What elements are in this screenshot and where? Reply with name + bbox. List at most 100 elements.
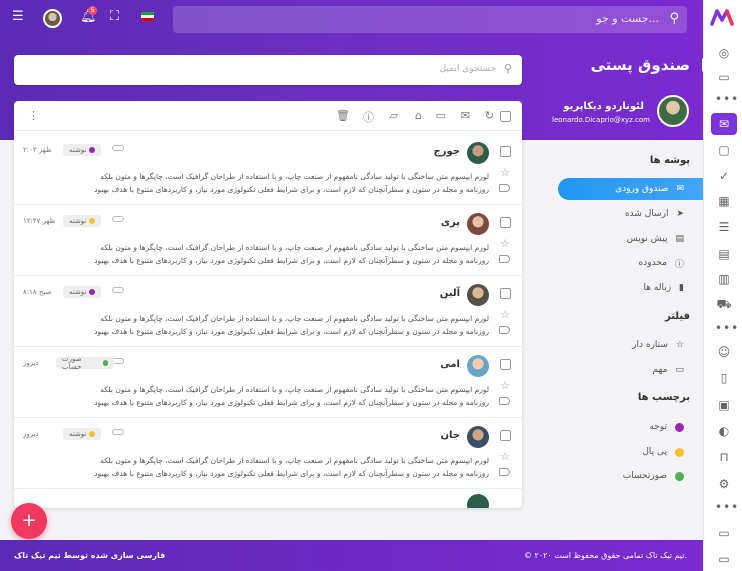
image-icon[interactable]: ▣: [711, 394, 737, 416]
row-checkbox[interactable]: [500, 430, 511, 441]
row-checkbox[interactable]: [500, 217, 511, 228]
star-icon: ☆: [675, 340, 684, 350]
label-icon[interactable]: [499, 184, 510, 192]
user-icon[interactable]: ☺: [711, 341, 737, 363]
trash-icon: ▮: [679, 283, 684, 293]
search-icon[interactable]: ⚲: [504, 62, 512, 75]
email-row[interactable]: ☆ امی لورم ایپسوم متن ساختگی با تولید سا…: [14, 347, 522, 418]
email-search-input[interactable]: جستجوی ایمیل ⚲: [14, 55, 522, 85]
comment-icon[interactable]: ▢: [711, 139, 737, 161]
star-icon[interactable]: ☆: [500, 450, 510, 463]
search-icon[interactable]: ⚲: [669, 11, 679, 26]
sidebar-item-label: مهم: [652, 365, 668, 375]
folders-title: پوشه ها: [649, 155, 690, 166]
email-time: ۲:۰۳ ظهر: [23, 146, 52, 154]
row-checkbox[interactable]: [500, 146, 511, 157]
email-row[interactable]: ☆ جان لورم ایپسوم متن ساختگی با تولید سا…: [14, 418, 522, 489]
notification-badge: 5: [88, 6, 97, 15]
refresh-icon[interactable]: ↻: [485, 109, 494, 122]
sidebar-item-trash[interactable]: ▮ زباله ها: [550, 277, 690, 299]
email-time: ۱۲:۴۷ ظهر: [23, 217, 56, 225]
email-list-panel: ↻ ✉ ▭ ⌂ ▱ ⓘ 🗑︎ ⋮ ☆ جورج لورم ایپسوم متن …: [14, 101, 522, 508]
row-checkbox[interactable]: [500, 359, 511, 370]
table-icon[interactable]: ▤: [711, 243, 737, 265]
email-label-badge: نوشته: [63, 428, 102, 440]
app-logo-icon[interactable]: [710, 8, 736, 26]
label-icon[interactable]: ▭: [436, 109, 446, 122]
label-dot: [89, 431, 96, 437]
sidebar-item-label: ستاره دار: [632, 340, 668, 350]
select-all-checkbox[interactable]: [500, 111, 511, 122]
attachment-icon: [112, 145, 124, 151]
label-icon[interactable]: [499, 255, 510, 263]
folder-icon[interactable]: ▱: [390, 109, 398, 122]
user-email: leonardo.Dicaprio@xyz.com: [552, 116, 650, 124]
avatar[interactable]: [43, 9, 62, 28]
email-row[interactable]: ☆ پری لورم ایپسوم متن ساختگی با تولید سا…: [14, 205, 522, 276]
sidebar-item-label: توجه: [649, 422, 667, 432]
label-dot: [102, 360, 108, 366]
expand-icon[interactable]: ▭: [711, 548, 737, 570]
iran-flag-icon[interactable]: [141, 12, 154, 21]
email-preview-line: لورم ایپسوم متن ساختگی با تولید سادگی نا…: [100, 172, 489, 181]
trash-icon[interactable]: 🗑︎: [336, 109, 350, 122]
sidebar-label-invoice[interactable]: صورتحساب: [550, 465, 690, 487]
email-row[interactable]: [14, 489, 522, 508]
email-search-placeholder: جستجوی ایمیل: [439, 64, 496, 74]
email-preview-line: لورم ایپسوم متن ساختگی با تولید سادگی نا…: [100, 456, 489, 465]
tag-icon[interactable]: ⌂: [415, 109, 422, 122]
label-icon: ▭: [675, 365, 684, 375]
menu-icon[interactable]: ☰: [12, 9, 24, 24]
sidebar-item-important[interactable]: ▭ مهم: [550, 359, 690, 381]
sidebar-item-spam[interactable]: ⓘ محدوده: [550, 252, 690, 274]
cast-icon[interactable]: ▭: [711, 522, 737, 544]
check-icon[interactable]: ✓: [711, 165, 737, 187]
sidebar-label-paypal[interactable]: پی پال: [550, 441, 690, 463]
attachment-icon: [112, 429, 124, 435]
email-preview-line: روزنامه و مجله در ستون و سطرآنچنان که لا…: [94, 327, 489, 336]
label-icon[interactable]: [499, 468, 510, 476]
palette-icon[interactable]: ◐: [711, 420, 737, 442]
more-vert-icon[interactable]: ⋮: [28, 109, 39, 122]
attachment-icon: [112, 287, 124, 293]
star-icon[interactable]: ☆: [500, 166, 510, 179]
star-icon[interactable]: ☆: [500, 308, 510, 321]
star-icon[interactable]: ☆: [500, 237, 510, 250]
email-row[interactable]: ☆ آلین لورم ایپسوم متن ساختگی با تولید س…: [14, 276, 522, 347]
sidebar-item-starred[interactable]: ☆ ستاره دار: [550, 334, 690, 356]
calendar-icon[interactable]: ▦: [711, 190, 737, 212]
list-icon[interactable]: ☰: [711, 216, 737, 238]
sender-name: آلین: [439, 288, 460, 299]
cart-icon[interactable]: ⛟: [711, 294, 737, 316]
row-checkbox[interactable]: [500, 288, 511, 299]
email-preview-line: لورم ایپسوم متن ساختگی با تولید سادگی نا…: [100, 385, 489, 394]
star-icon[interactable]: ☆: [500, 379, 510, 392]
sidebar-item-drafts[interactable]: ▤ پیش نویس: [550, 228, 690, 250]
clipboard-icon[interactable]: ▯: [711, 367, 737, 389]
mail-icon[interactable]: ✉: [711, 113, 737, 135]
compose-button[interactable]: +: [11, 503, 47, 539]
label-icon[interactable]: [499, 326, 510, 334]
sender-name: پری: [440, 217, 460, 228]
info-icon[interactable]: ⓘ: [363, 109, 374, 125]
footer: فارسی سازی شده توسط تیم تیک تاک © ۲۰۲۰ ت…: [0, 540, 703, 571]
label-icon[interactable]: [499, 397, 510, 405]
mail-icon[interactable]: ✉: [461, 109, 470, 122]
sidebar-label-attention[interactable]: توجه: [550, 416, 690, 438]
sidebar-item-inbox[interactable]: ✉ صندوق ورودی: [558, 178, 703, 200]
fullscreen-icon[interactable]: ⛶: [110, 9, 119, 24]
lock-icon[interactable]: ⊓: [711, 446, 737, 468]
more-dots-icon-3: •••: [715, 500, 740, 514]
sidebar-item-label: پیش نویس: [626, 234, 668, 244]
sender-name: امی: [440, 359, 460, 370]
global-search-input[interactable]: جست و جو... ⚲: [173, 6, 687, 33]
settings-icon[interactable]: ⚙: [711, 473, 737, 495]
page-icon[interactable]: ▥: [711, 268, 737, 290]
sidebar-item-sent[interactable]: ➤ ارسال شده: [550, 203, 690, 225]
user-avatar[interactable]: [657, 95, 689, 127]
label-text: نوشته: [69, 146, 87, 154]
email-row[interactable]: ☆ جورج لورم ایپسوم متن ساختگی با تولید س…: [14, 134, 522, 205]
label-dot: [675, 447, 684, 457]
page-title: صندوق پستی: [590, 56, 690, 74]
email-time: دیروز: [23, 430, 39, 438]
